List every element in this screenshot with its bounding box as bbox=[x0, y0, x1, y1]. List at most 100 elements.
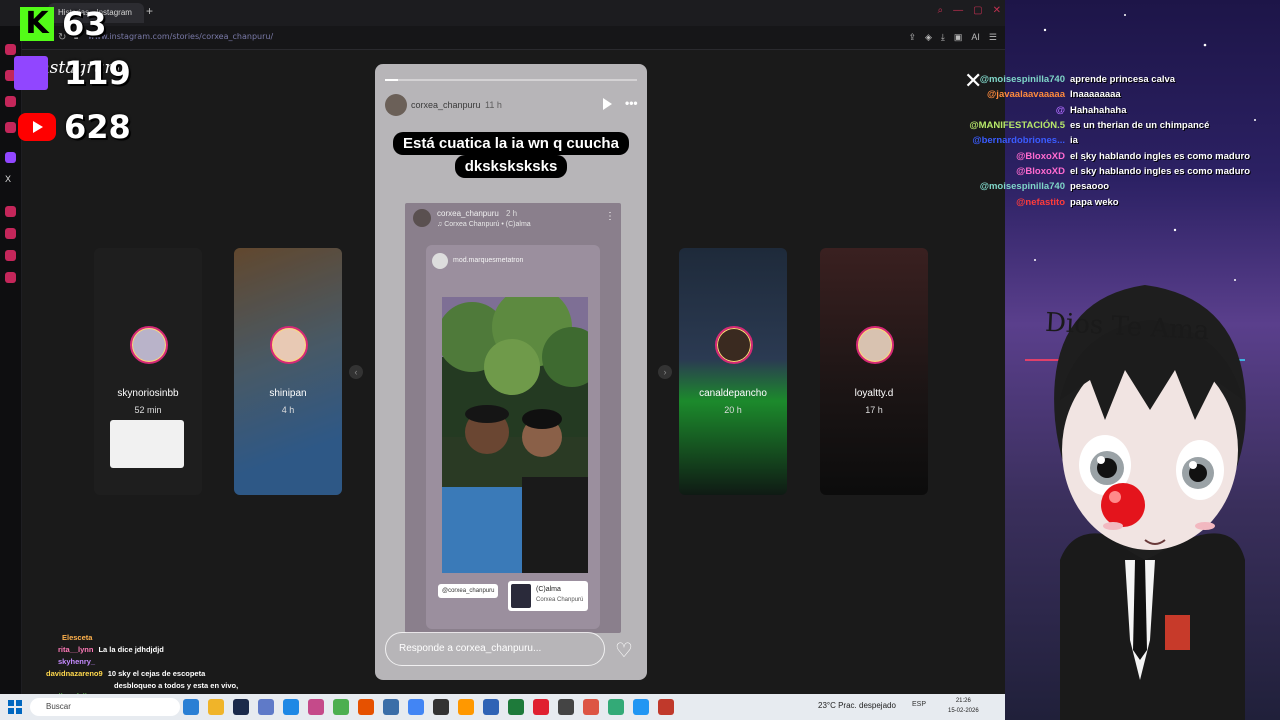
story-time: 20 h bbox=[724, 405, 742, 415]
clock-time: 21:26 bbox=[955, 698, 971, 704]
chat-message: @nefastito papa weko bbox=[935, 194, 1280, 209]
story-photo bbox=[442, 297, 588, 573]
story-avatar bbox=[130, 326, 168, 364]
chat-user: Elesceta bbox=[62, 633, 93, 642]
sidebar-app-icon[interactable] bbox=[5, 228, 16, 239]
url-field[interactable]: www.instagram.com/stories/corxea_chanpur… bbox=[88, 32, 273, 41]
windows-start-icon[interactable] bbox=[8, 700, 22, 714]
story-header: corxea_chanpuru 11 h ••• bbox=[385, 94, 638, 116]
download-icon[interactable]: ⤓ bbox=[941, 32, 945, 43]
chat-message: @MANIFESTACIÓN.5 es un therian de un chim… bbox=[935, 118, 1280, 133]
twitch-viewers: 119 bbox=[64, 54, 131, 92]
side-story[interactable]: canaldepancho 20 h bbox=[679, 248, 787, 495]
chat-user: @moisespinilla740 bbox=[979, 181, 1065, 193]
chat-text: papa weko bbox=[1070, 196, 1119, 208]
file-explorer-icon[interactable] bbox=[208, 699, 224, 715]
music-sticker[interactable]: (C)alma Corxea Chanpurú bbox=[508, 581, 588, 611]
firefox-icon[interactable] bbox=[358, 699, 374, 715]
side-story[interactable]: shinipan 4 h bbox=[234, 248, 342, 495]
sidebar-app-icon[interactable] bbox=[5, 250, 16, 261]
chrome-icon[interactable] bbox=[408, 699, 424, 715]
maximize-icon[interactable]: ▢ bbox=[973, 5, 982, 16]
app-icon[interactable] bbox=[483, 699, 499, 715]
prev-story-button[interactable]: ‹ bbox=[349, 365, 363, 379]
search-icon[interactable]: ⌕ bbox=[938, 5, 944, 16]
active-story[interactable]: corxea_chanpuru 11 h ••• Está cuatica la… bbox=[375, 64, 647, 680]
reply-input[interactable]: Responde a corxea_chanpuru... bbox=[385, 632, 605, 666]
x-sidebar-icon[interactable]: X bbox=[5, 174, 16, 185]
app-icon[interactable] bbox=[633, 699, 649, 715]
extension-icon[interactable]: ◈ bbox=[925, 32, 932, 43]
close-window-icon[interactable]: ✕ bbox=[993, 5, 1001, 16]
wallet-icon[interactable]: ▣ bbox=[954, 32, 963, 43]
sidebar-app-icon[interactable] bbox=[5, 272, 16, 283]
chat-message: skyhenry_ bbox=[34, 657, 284, 669]
app-icon[interactable] bbox=[508, 699, 524, 715]
story-username: skynoriosinbb bbox=[117, 388, 179, 399]
mod-avatar bbox=[432, 253, 448, 269]
story-time: 11 h bbox=[485, 100, 502, 110]
search-placeholder: Buscar bbox=[46, 702, 71, 711]
chat-text: aprende princesa calva bbox=[1070, 74, 1176, 86]
twitch-sidebar-icon[interactable] bbox=[5, 152, 16, 163]
new-tab-button[interactable]: + bbox=[146, 4, 153, 18]
reshared-time: 2 h bbox=[506, 209, 518, 218]
address-bar: ← ↻ 🔒︎ www.instagram.com/stories/corxea_… bbox=[0, 26, 1005, 50]
minimize-icon[interactable]: — bbox=[953, 5, 963, 16]
edge-icon[interactable] bbox=[183, 699, 199, 715]
more-options-icon[interactable]: ••• bbox=[625, 96, 638, 110]
app-icon[interactable] bbox=[658, 699, 674, 715]
music-title: (C)alma bbox=[536, 586, 561, 593]
app-icon[interactable] bbox=[333, 699, 349, 715]
kick-counter: K 63 bbox=[20, 5, 107, 43]
app-icon[interactable] bbox=[258, 699, 274, 715]
story-author-name[interactable]: corxea_chanpuru bbox=[411, 100, 481, 110]
app-icon[interactable] bbox=[383, 699, 399, 715]
share-icon[interactable]: ⇪ bbox=[908, 32, 916, 43]
story-time: 4 h bbox=[281, 405, 295, 415]
story-progress-bar bbox=[385, 79, 637, 81]
side-story[interactable]: loyaltty.d 17 h bbox=[820, 248, 928, 495]
story-author-avatar[interactable] bbox=[385, 94, 407, 116]
app-icon[interactable] bbox=[308, 699, 324, 715]
app-icon[interactable] bbox=[583, 699, 599, 715]
language-indicator[interactable]: ESP bbox=[912, 701, 926, 708]
chat-message: @BloxoXD el sky hablando ingles es como m… bbox=[935, 148, 1280, 163]
vscode-icon[interactable] bbox=[233, 699, 249, 715]
taskbar-search[interactable]: Buscar bbox=[30, 698, 180, 716]
story-username: loyaltty.d bbox=[854, 388, 894, 399]
chat-text: el sky hablando ingles es como maduro bbox=[1070, 165, 1251, 177]
sidebar-app-icon[interactable] bbox=[5, 122, 16, 133]
opera-icon[interactable] bbox=[533, 699, 549, 715]
story-avatar bbox=[270, 326, 308, 364]
reshared-card: mod.marquesmetatron @corxea_chanpuru (C)… bbox=[426, 245, 600, 629]
screen: { "browser": { "tab_title": "Historias •… bbox=[0, 0, 1280, 720]
next-story-button[interactable]: › bbox=[658, 365, 672, 379]
play-icon[interactable] bbox=[603, 98, 612, 110]
youtube-counter: 628 bbox=[18, 108, 131, 146]
mention-sticker[interactable]: @corxea_chanpuru bbox=[438, 584, 499, 598]
like-heart-icon[interactable]: ♡ bbox=[615, 638, 633, 663]
app-icon[interactable] bbox=[608, 699, 624, 715]
music-cover-icon bbox=[511, 584, 531, 608]
reshared-username: corxea_chanpuru bbox=[437, 209, 499, 218]
taskbar-clock[interactable]: 21:26 15-02-2026 bbox=[948, 696, 979, 716]
sidebar-app-icon[interactable] bbox=[5, 206, 16, 217]
menu-icon[interactable]: ☰ bbox=[989, 32, 997, 43]
photo-illustration bbox=[442, 297, 588, 573]
progress-fill bbox=[385, 79, 398, 81]
side-story[interactable]: skynoriosinbb 52 min bbox=[94, 248, 202, 495]
app-icon[interactable] bbox=[283, 699, 299, 715]
weather-widget[interactable]: 23°C Prac. despejado bbox=[818, 701, 896, 710]
ai-button[interactable]: AI bbox=[971, 32, 980, 43]
app-icon[interactable] bbox=[558, 699, 574, 715]
obs-icon[interactable] bbox=[433, 699, 449, 715]
toolbar-right: ⇪ ◈ ⤓ ▣ AI ☰ bbox=[908, 32, 997, 43]
app-icon[interactable] bbox=[458, 699, 474, 715]
sidebar-app-icon[interactable] bbox=[5, 96, 16, 107]
reshared-story[interactable]: corxea_chanpuru 2 h ♫ Corxea Chanpurú • … bbox=[405, 203, 621, 633]
reshared-avatar bbox=[413, 209, 431, 227]
story-username: canaldepancho bbox=[699, 388, 767, 399]
chat-user: @ bbox=[1055, 104, 1065, 116]
kick-viewers: 63 bbox=[62, 5, 107, 43]
